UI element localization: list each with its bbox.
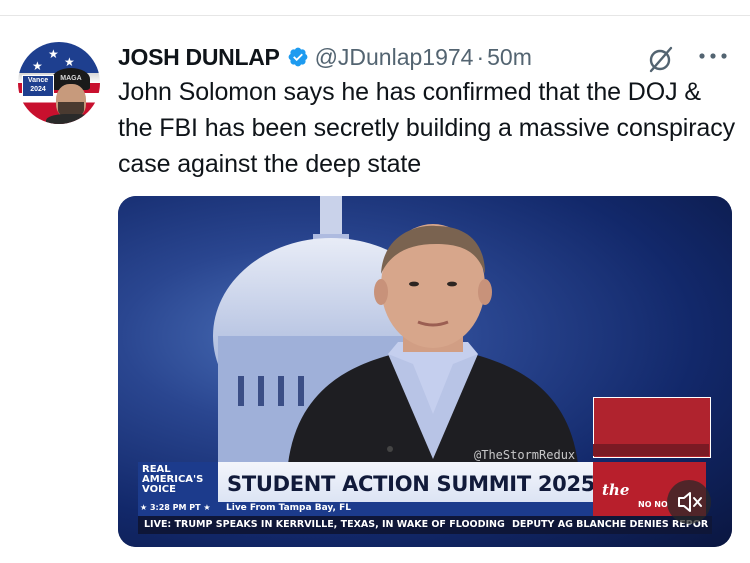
avatar-star-icon: ★ <box>48 47 59 61</box>
tweet-video[interactable]: @TheStormRedux REAL AMERICA'S VOICE STUD… <box>118 196 732 547</box>
video-inset-bar <box>593 444 709 456</box>
presenter-image <box>288 224 578 464</box>
video-timestamp: ★ 3:28 PM PT ★ <box>140 503 211 512</box>
author-name[interactable]: JOSH DUNLAP <box>118 44 280 71</box>
network-logo: REAL AMERICA'S VOICE <box>142 464 204 495</box>
video-watermark: @TheStormRedux <box>474 448 576 462</box>
avatar-star-icon: ★ <box>32 59 43 73</box>
avatar[interactable]: ★ ★ ★ MAGA Vance 2024 <box>18 42 100 124</box>
mute-button[interactable] <box>667 480 711 524</box>
author-handle[interactable]: @JDunlap1974 <box>315 44 474 71</box>
tweet-header: JOSH DUNLAP @JDunlap1974 · 50m <box>118 40 532 74</box>
video-headline: STUDENT ACTION SUMMIT 2025 <box>227 472 596 496</box>
video-location: Live From Tampa Bay, FL <box>226 503 351 513</box>
sponsor-ad-subtext: NO NO <box>638 500 668 509</box>
top-divider <box>0 15 750 16</box>
ticker-text-left: LIVE: TRUMP SPEAKS IN KERRVILLE, TEXAS, … <box>144 519 505 530</box>
grok-icon[interactable] <box>646 44 676 74</box>
avatar-star-icon: ★ <box>64 55 75 69</box>
more-icon[interactable] <box>693 46 733 70</box>
avatar-badge: Vance 2024 <box>22 75 54 97</box>
tweet-text: John Solomon says he has confirmed that … <box>118 78 736 178</box>
sponsor-ad-text: the <box>602 481 630 499</box>
tweet-timestamp[interactable]: 50m <box>487 44 532 71</box>
verified-badge-icon <box>288 47 307 67</box>
avatar-shirt <box>46 114 96 124</box>
separator-dot: · <box>476 43 485 70</box>
speaker-muted-icon <box>678 492 702 512</box>
